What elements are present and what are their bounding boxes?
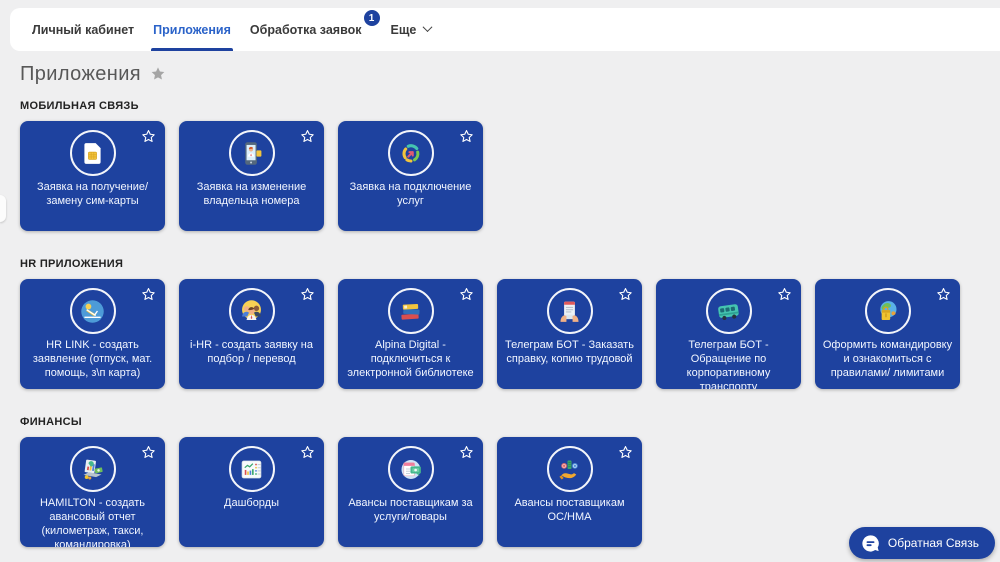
bus-icon: [706, 288, 752, 334]
nav-tab[interactable]: Еще: [391, 8, 432, 51]
app-tile[interactable]: Alpina Digital - подключиться к электрон…: [338, 279, 483, 389]
top-navigation: Личный кабинет Приложения Обработка заяв…: [10, 8, 1000, 51]
dashboard-icon: [229, 446, 275, 492]
nav-tab-label: Еще: [391, 23, 417, 37]
sidebar-handle[interactable]: [0, 195, 6, 222]
favorite-star-icon[interactable]: [618, 445, 633, 460]
app-tile-label: HAMILTON - создать авансовый отчет (кило…: [20, 496, 165, 547]
app-tile[interactable]: Телеграм БОТ - Заказать справку, копию т…: [497, 279, 642, 389]
invoice-money-icon: [388, 446, 434, 492]
app-tile[interactable]: i-HR - создать заявку на подбор / перево…: [179, 279, 324, 389]
favorite-star-icon[interactable]: [459, 129, 474, 144]
app-tile-label: Alpina Digital - подключиться к электрон…: [338, 338, 483, 380]
sections-host: МОБИЛЬНАЯ СВЯЗЬ Заявка на получение/ зам…: [20, 100, 980, 547]
notification-badge: 1: [364, 10, 380, 26]
nav-tab[interactable]: Обработка заявок 1: [250, 8, 372, 51]
app-tile[interactable]: HR LINK - создать заявление (отпуск, мат…: [20, 279, 165, 389]
travel-globe-icon: [865, 288, 911, 334]
services-sync-icon: [388, 130, 434, 176]
app-tile[interactable]: Заявка на изменение владельца номера: [179, 121, 324, 231]
app-tile-label: Телеграм БОТ - Обращение по корпоративно…: [656, 338, 801, 389]
section-title: ФИНАНСЫ: [20, 416, 980, 428]
app-tile[interactable]: HAMILTON - создать авансовый отчет (кило…: [20, 437, 165, 547]
app-tile-label: Оформить командировку и ознакомиться с п…: [815, 338, 960, 380]
vacation-icon: [70, 288, 116, 334]
favorite-star-icon[interactable]: [300, 129, 315, 144]
applications-page: Приложения МОБИЛЬНАЯ СВЯЗЬ Заявка на пол…: [0, 51, 1000, 547]
app-tile[interactable]: Телеграм БОТ - Обращение по корпоративно…: [656, 279, 801, 389]
hand-coins-icon: [547, 446, 593, 492]
nav-tab-label: Приложения: [153, 23, 231, 37]
feedback-button-label: Обратная Связь: [888, 536, 979, 550]
tiles-row: HAMILTON - создать авансовый отчет (кило…: [20, 437, 980, 547]
app-tile[interactable]: Заявка на получение/ замену сим-карты: [20, 121, 165, 231]
app-tile[interactable]: Заявка на подключение услуг: [338, 121, 483, 231]
favorite-star-icon[interactable]: [618, 287, 633, 302]
favorite-star-icon[interactable]: [141, 287, 156, 302]
nav-tab-label: Обработка заявок: [250, 23, 362, 37]
app-tile-label: Дашборды: [179, 496, 324, 510]
expense-report-icon: [70, 446, 116, 492]
app-tile-label: Заявка на изменение владельца номера: [179, 180, 324, 208]
favorite-star-icon[interactable]: [300, 287, 315, 302]
feedback-button[interactable]: Обратная Связь: [849, 527, 995, 559]
favorite-star-icon[interactable]: [150, 66, 166, 82]
team-icon: [229, 288, 275, 334]
app-tile-label: i-HR - создать заявку на подбор / перево…: [179, 338, 324, 366]
app-tile[interactable]: Авансы поставщикам ОС/НМА: [497, 437, 642, 547]
app-tile[interactable]: Дашборды: [179, 437, 324, 547]
nav-tab[interactable]: Приложения: [153, 8, 231, 51]
app-section: ФИНАНСЫ HAMILTON - создать авансовый отч…: [20, 416, 980, 547]
section-title: HR ПРИЛОЖЕНИЯ: [20, 258, 980, 270]
phone-owner-icon: [229, 130, 275, 176]
favorite-star-icon[interactable]: [141, 445, 156, 460]
app-tile-label: Телеграм БОТ - Заказать справку, копию т…: [497, 338, 642, 366]
app-tile-label: HR LINK - создать заявление (отпуск, мат…: [20, 338, 165, 380]
tiles-row: Заявка на получение/ замену сим-карты За…: [20, 121, 980, 231]
app-tile-label: Заявка на подключение услуг: [338, 180, 483, 208]
app-section: МОБИЛЬНАЯ СВЯЗЬ Заявка на получение/ зам…: [20, 100, 980, 231]
favorite-star-icon[interactable]: [936, 287, 951, 302]
nav-tabs: Личный кабинет Приложения Обработка заяв…: [32, 8, 431, 51]
page-title: Приложения: [20, 63, 141, 86]
favorite-star-icon[interactable]: [459, 445, 474, 460]
chat-icon: [861, 534, 880, 553]
sim-card-icon: [70, 130, 116, 176]
section-title: МОБИЛЬНАЯ СВЯЗЬ: [20, 100, 980, 112]
favorite-star-icon[interactable]: [459, 287, 474, 302]
app-section: HR ПРИЛОЖЕНИЯ HR LINK - создать заявлени…: [20, 258, 980, 389]
favorite-star-icon[interactable]: [300, 445, 315, 460]
favorite-star-icon[interactable]: [777, 287, 792, 302]
app-tile-label: Авансы поставщикам ОС/НМА: [497, 496, 642, 524]
favorite-star-icon[interactable]: [141, 129, 156, 144]
app-tile-label: Заявка на получение/ замену сим-карты: [20, 180, 165, 208]
top-strip: [0, 0, 1000, 8]
tiles-row: HR LINK - создать заявление (отпуск, мат…: [20, 279, 980, 389]
books-icon: [388, 288, 434, 334]
nav-tab[interactable]: Личный кабинет: [32, 8, 134, 51]
app-tile[interactable]: Оформить командировку и ознакомиться с п…: [815, 279, 960, 389]
chevron-down-icon: [423, 22, 433, 32]
app-tile[interactable]: Авансы поставщикам за услуги/товары: [338, 437, 483, 547]
document-hands-icon: [547, 288, 593, 334]
app-tile-label: Авансы поставщикам за услуги/товары: [338, 496, 483, 524]
nav-tab-label: Личный кабинет: [32, 23, 134, 37]
page-title-row: Приложения: [20, 62, 980, 86]
